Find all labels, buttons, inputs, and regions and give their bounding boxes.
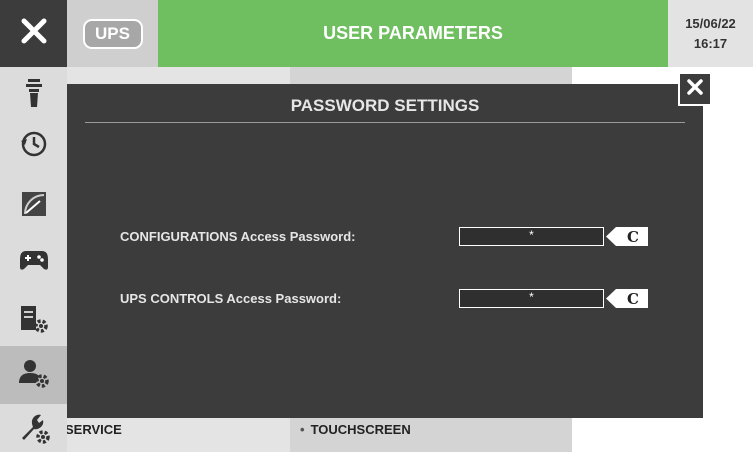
configurations-password-value: * [529,228,534,242]
ups-tab-cell[interactable]: UPS [67,0,158,67]
date-time-display: 15/06/22 16:17 [668,0,753,67]
service-label: SERVICE [65,422,122,437]
configurations-password-clear-button[interactable]: C [606,227,648,246]
close-icon [687,78,703,100]
password-settings-dialog: PASSWORD SETTINGS CONFIGURATIONS Access … [67,84,703,418]
service-menu-item[interactable]: SERVICE [65,422,122,437]
sidebar-item-history[interactable] [0,117,67,175]
dialog-title: PASSWORD SETTINGS [290,96,480,115]
sidebar [0,67,67,452]
page-title-bar: USER PARAMETERS [158,0,668,67]
dialog-divider [85,122,685,123]
main-close-button[interactable] [0,0,67,67]
clear-key-label: C [627,227,639,246]
touchscreen-menu-item[interactable]: • TOUCHSCREEN [300,422,411,437]
user-settings-icon [18,357,50,394]
wrench-settings-icon [18,412,50,449]
dialog-close-button[interactable] [678,72,712,106]
sidebar-item-service[interactable] [0,401,67,459]
sidebar-item-controls[interactable] [0,233,67,291]
device-settings-icon [18,303,50,340]
close-icon [21,18,47,49]
sidebar-item-measurements[interactable] [0,177,67,235]
clear-key-label: C [627,289,639,308]
ups-controls-password-label: UPS CONTROLS Access Password: [120,291,342,306]
touchscreen-label: TOUCHSCREEN [310,422,411,437]
bullet-icon: • [300,422,305,437]
ups-tab-button[interactable]: UPS [82,18,143,49]
ups-tab-label: UPS [95,23,130,43]
gauge-icon [19,189,49,224]
sidebar-item-device-settings[interactable] [0,292,67,350]
configurations-password-label: CONFIGURATIONS Access Password: [120,229,356,244]
configurations-password-field[interactable]: * [459,227,604,246]
ups-controls-password-clear-button[interactable]: C [606,289,648,308]
ups-controls-password-value: * [529,290,534,304]
date-text: 15/06/22 [685,15,736,31]
sidebar-item-user-parameters[interactable] [0,346,67,404]
gamepad-icon [18,247,50,278]
time-text: 16:17 [693,35,728,51]
page-title: USER PARAMETERS [323,23,503,43]
signal-tower-icon [19,77,49,116]
history-clock-icon [19,129,49,164]
ups-controls-password-field[interactable]: * [459,289,604,308]
